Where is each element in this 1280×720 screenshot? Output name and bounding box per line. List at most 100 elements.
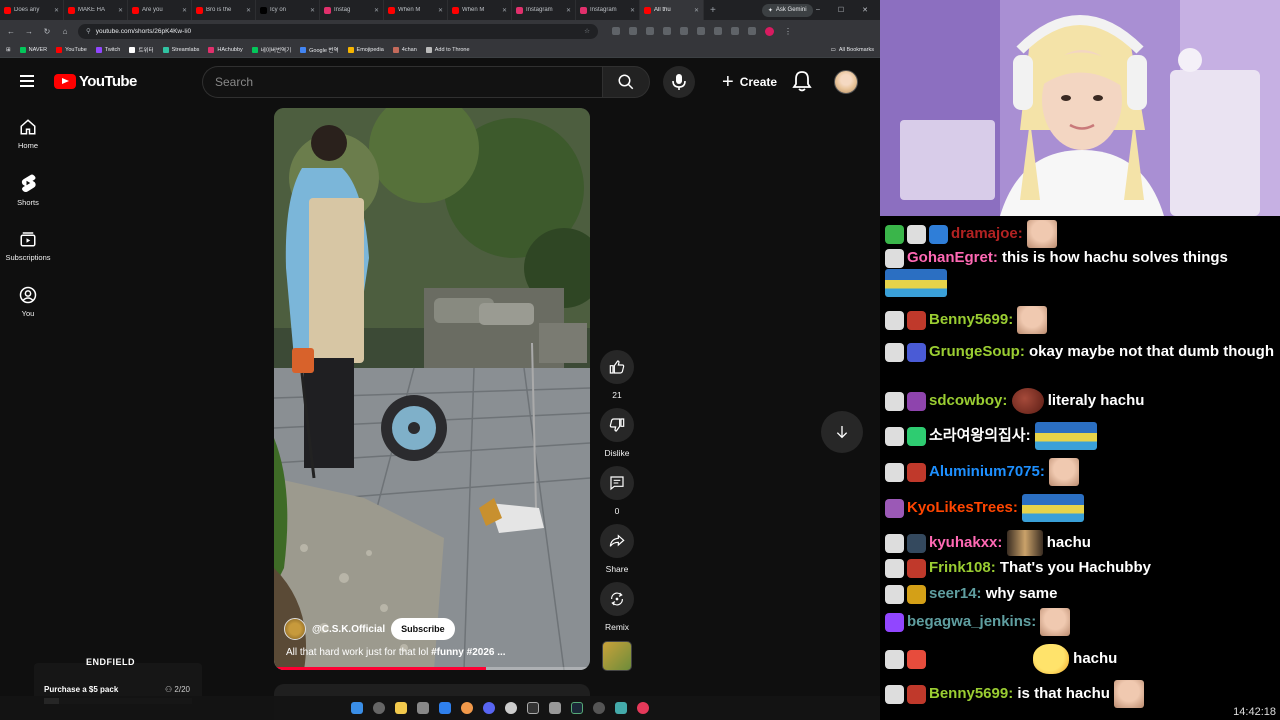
sidebar-item-home[interactable]: Home <box>0 106 56 162</box>
account-avatar[interactable] <box>834 70 858 94</box>
close-tab-icon[interactable]: ✕ <box>374 7 379 14</box>
bookmark-item[interactable]: Streamlabs <box>162 46 199 53</box>
start-icon[interactable] <box>351 702 363 714</box>
chat-badge-icon[interactable] <box>885 224 904 244</box>
caption-hashtags[interactable]: #funny #2026 ... <box>431 647 505 658</box>
menu-dots-icon[interactable]: ⋮ <box>783 27 793 36</box>
sound-thumbnail[interactable] <box>602 641 632 671</box>
chat-badge-icon[interactable] <box>907 426 926 446</box>
chat-username[interactable]: 소라여왕의집사: <box>929 427 1031 444</box>
close-tab-icon[interactable]: ✕ <box>694 7 699 14</box>
taskbar-app-icon[interactable] <box>615 702 627 714</box>
browser-tab[interactable]: Instag ✕ <box>320 0 384 20</box>
chat-badge-icon[interactable] <box>885 310 904 330</box>
minimize-icon[interactable]: – <box>816 6 820 14</box>
browser-tab[interactable]: Bro is the ✕ <box>192 0 256 20</box>
remix-button[interactable]: Remix <box>598 582 636 632</box>
sidebar-item-you[interactable]: You <box>0 274 56 330</box>
close-window-icon[interactable]: ✕ <box>862 6 868 14</box>
create-button[interactable]: + Create <box>712 66 787 98</box>
extension-icon[interactable] <box>697 26 705 35</box>
video-progress-bar[interactable] <box>274 667 590 670</box>
extension-icon[interactable] <box>748 26 756 35</box>
close-tab-icon[interactable]: ✕ <box>54 7 59 14</box>
chat-username[interactable]: Benny5699: <box>929 311 1013 328</box>
video-caption[interactable]: All that hard work just for that lol #fu… <box>286 647 506 658</box>
taskbar-app-icon[interactable] <box>527 702 539 714</box>
chat-badge-icon[interactable] <box>907 684 926 704</box>
profile-icon[interactable] <box>765 26 774 36</box>
chat-username[interactable]: KyoLikesTrees: <box>907 499 1018 516</box>
extension-icon[interactable] <box>714 26 722 35</box>
edge-icon[interactable] <box>439 702 451 714</box>
close-tab-icon[interactable]: ✕ <box>310 7 315 14</box>
chat-username[interactable]: dramajoe: <box>951 225 1023 242</box>
chat-username[interactable]: Frink108: <box>929 559 996 576</box>
browser-tab[interactable]: When M ✕ <box>448 0 512 20</box>
youtube-logo[interactable]: YouTube <box>54 73 137 90</box>
browser-tab[interactable]: When M ✕ <box>384 0 448 20</box>
chat-badge-icon[interactable] <box>885 391 904 411</box>
obs-icon[interactable] <box>593 702 605 714</box>
menu-icon[interactable] <box>20 75 34 87</box>
bookmark-item[interactable]: 4chan <box>392 46 417 53</box>
sidebar-item-shorts[interactable]: Shorts <box>0 162 56 218</box>
browser-tab[interactable]: Are you ✕ <box>128 0 192 20</box>
extension-icon[interactable] <box>646 26 654 35</box>
browser-tab[interactable]: Instagram ✕ <box>512 0 576 20</box>
bookmark-item[interactable]: Add to Throne <box>425 46 470 53</box>
browser-tab[interactable]: Instagram ✕ <box>576 0 640 20</box>
chat-badge-icon[interactable] <box>885 426 904 446</box>
chat-badge-icon[interactable] <box>907 462 926 482</box>
chat-badge-icon[interactable] <box>885 533 904 553</box>
ask-gemini-button[interactable]: ✦ Ask Gemini <box>761 3 813 17</box>
channel-avatar[interactable] <box>284 618 306 640</box>
apps-grid-icon[interactable]: ⊞ <box>6 47 11 53</box>
voice-search-button[interactable] <box>663 66 695 98</box>
taskbar-app-icon[interactable] <box>549 702 561 714</box>
chat-badge-icon[interactable] <box>907 224 926 244</box>
close-tab-icon[interactable]: ✕ <box>182 7 187 14</box>
discord-icon[interactable] <box>483 702 495 714</box>
chat-username[interactable]: begagwa_jenkins: <box>907 613 1036 630</box>
chat-badge-icon[interactable] <box>929 224 948 244</box>
url-field[interactable]: ⚲ youtube.com/shorts/26pK4Kw-Ii0 ☆ <box>78 23 598 39</box>
chat-badge-icon[interactable] <box>907 584 926 604</box>
browser-tab[interactable]: Does any ✕ <box>0 0 64 20</box>
shorts-video-player[interactable]: @C.S.K.Official Subscribe All that hard … <box>274 108 590 670</box>
close-tab-icon[interactable]: ✕ <box>438 7 443 14</box>
chat-badge-icon[interactable] <box>885 248 904 268</box>
site-info-icon[interactable]: ⚲ <box>86 27 91 35</box>
extension-icon[interactable] <box>663 26 671 35</box>
browser-tab[interactable]: All thu ✕ <box>640 0 704 20</box>
close-tab-icon[interactable]: ✕ <box>118 7 123 14</box>
channel-name[interactable]: @C.S.K.Official <box>312 624 385 635</box>
chat-badge-icon[interactable] <box>885 462 904 482</box>
sidebar-item-subscriptions[interactable]: Subscriptions <box>0 218 56 274</box>
extension-icon[interactable] <box>680 26 688 35</box>
notifications-button[interactable] <box>792 70 814 94</box>
share-button[interactable]: Share <box>598 524 636 574</box>
chat-username[interactable]: kyuhakxx: <box>929 534 1002 551</box>
search-input[interactable] <box>202 66 602 98</box>
like-button[interactable]: 21 <box>598 350 636 400</box>
chat-badge-icon[interactable] <box>885 684 904 704</box>
extension-icon[interactable] <box>629 26 637 35</box>
chat-badge-icon[interactable] <box>907 342 926 362</box>
chat-username[interactable]: GrungeSoup: <box>929 343 1025 360</box>
bookmark-item[interactable]: YouTube <box>56 46 87 53</box>
bookmark-item[interactable]: NAVER <box>19 46 47 53</box>
home-page-icon[interactable]: ⌂ <box>60 27 70 36</box>
chat-badge-icon[interactable] <box>885 612 904 632</box>
close-tab-icon[interactable]: ✕ <box>566 7 571 14</box>
back-icon[interactable]: ← <box>6 27 16 36</box>
comments-button[interactable]: 0 <box>598 466 636 516</box>
chat-badge-icon[interactable] <box>885 498 904 518</box>
close-tab-icon[interactable]: ✕ <box>630 7 635 14</box>
taskbar-app-icon[interactable] <box>417 702 429 714</box>
chat-username[interactable]: GohanEgret: <box>907 249 998 266</box>
chat-badge-icon[interactable] <box>885 558 904 578</box>
browser-tab[interactable]: MAKE HA ✕ <box>64 0 128 20</box>
chat-username[interactable]: seer14: <box>929 585 982 602</box>
chat-badge-icon[interactable] <box>907 649 926 669</box>
